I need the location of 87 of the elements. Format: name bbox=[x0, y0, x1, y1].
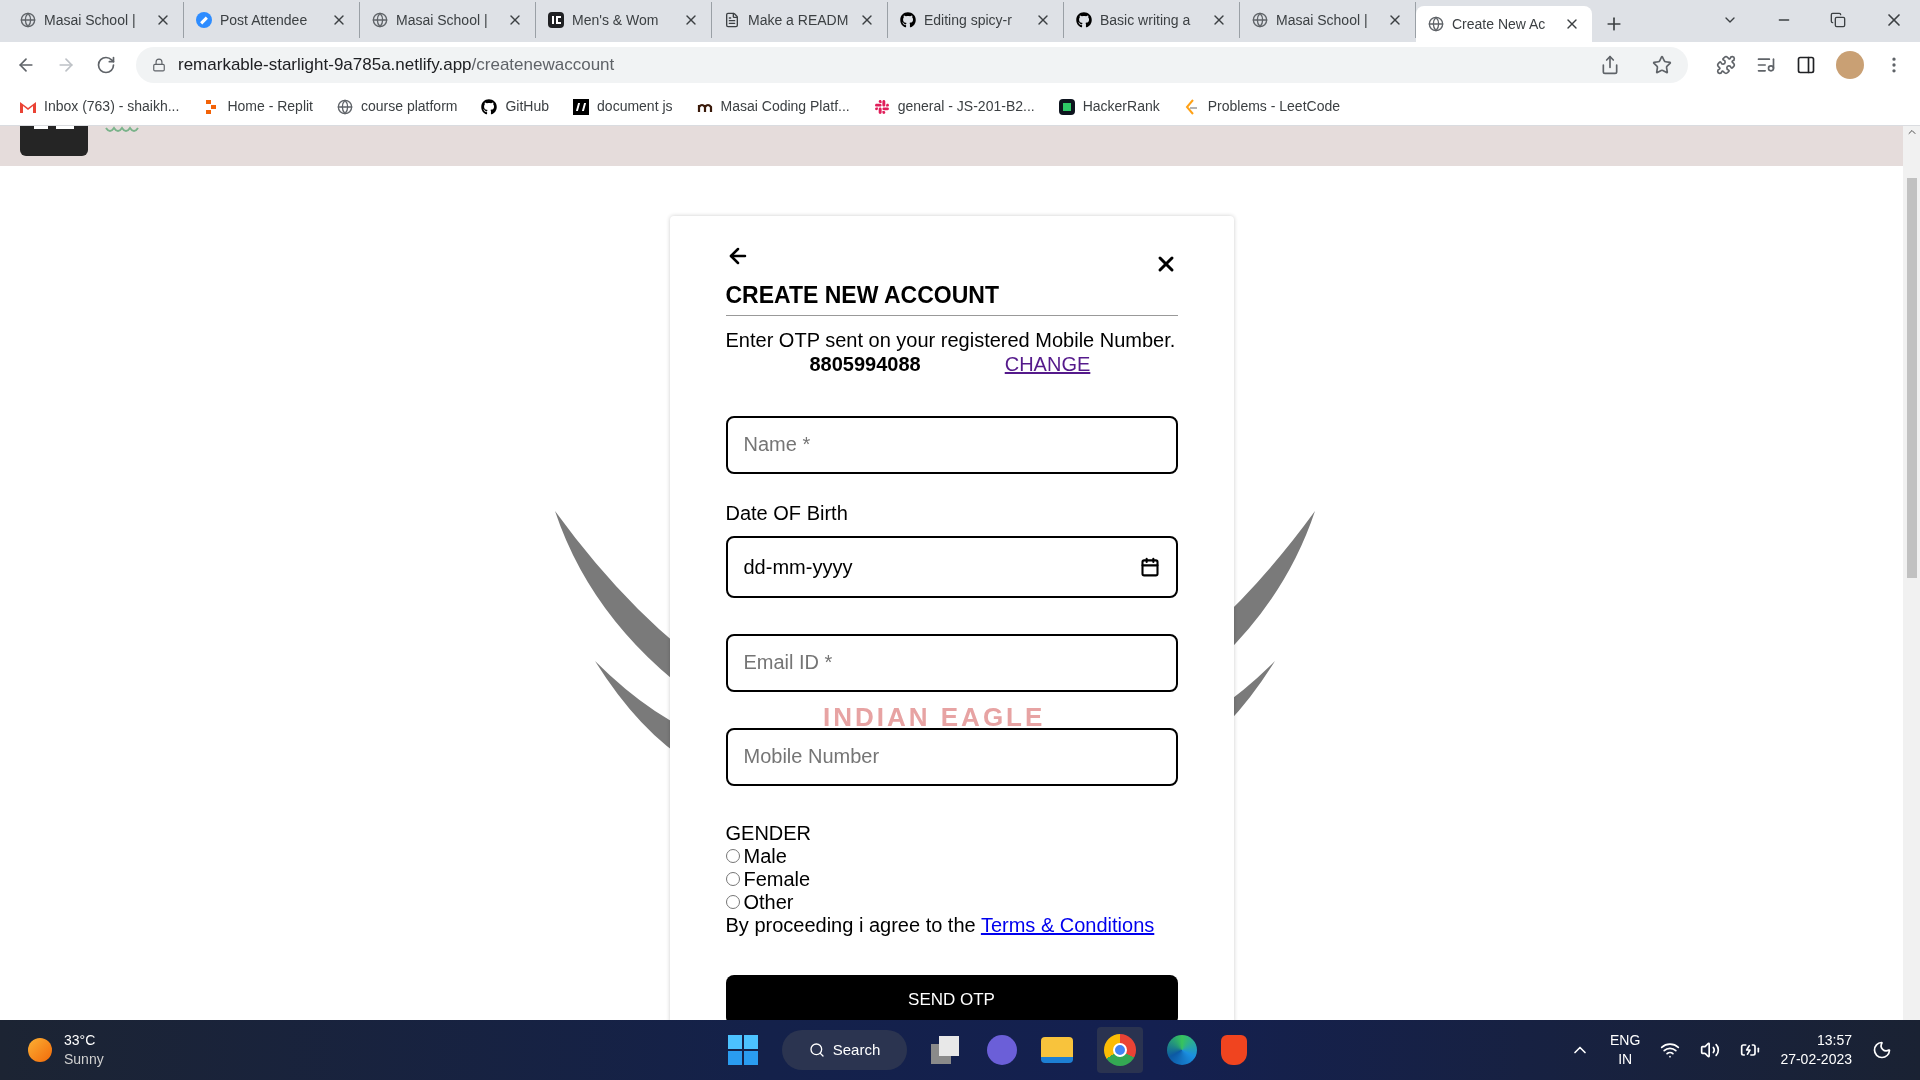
octocat-icon bbox=[481, 98, 498, 115]
weather-condition: Sunny bbox=[64, 1050, 104, 1069]
bookmark[interactable]: course platform bbox=[337, 96, 458, 117]
language-text[interactable]: IN bbox=[1618, 1050, 1633, 1069]
change-link[interactable]: CHANGE bbox=[1004, 351, 1091, 376]
field-label: Date OF Birth bbox=[725, 500, 849, 526]
url-text: remarkable-starlight-9a785a.netlify.app/createnewaccount bbox=[178, 54, 615, 77]
terms-sentence: By proceeding i agree to the Terms & Conditions bbox=[725, 913, 1156, 937]
sun-icon bbox=[28, 1038, 52, 1062]
calendar-icon[interactable] bbox=[1139, 556, 1160, 577]
edge-icon[interactable] bbox=[1167, 1035, 1197, 1065]
tab-title: Basic writing a bbox=[1100, 10, 1192, 30]
gender-option[interactable]: Female bbox=[725, 867, 1178, 891]
bookmark[interactable]: HackerRank bbox=[1058, 96, 1160, 117]
globe-icon bbox=[1428, 16, 1444, 32]
browser-tab[interactable]: Create New Ac bbox=[1416, 6, 1592, 42]
temperature: 33°C bbox=[64, 1031, 97, 1050]
moon-icon[interactable] bbox=[1872, 1040, 1892, 1060]
bookmark[interactable]: GitHub bbox=[481, 96, 550, 117]
date-placeholder: dd-mm-yyyy bbox=[743, 554, 854, 580]
tab-title: Masai School | bbox=[44, 10, 137, 30]
text-field[interactable]: Mobile Number bbox=[725, 727, 1178, 786]
start-icon[interactable] bbox=[728, 1035, 758, 1065]
bracket-icon bbox=[1183, 98, 1200, 115]
phone-number: 8805994088 bbox=[809, 351, 921, 376]
tab-title: Masai School | bbox=[396, 10, 489, 30]
browser-tab[interactable]: Post Attendee bbox=[184, 2, 360, 38]
bookmark[interactable]: general - JS-201-B2... bbox=[873, 96, 1035, 117]
envelope-m-icon bbox=[20, 100, 36, 113]
text-field[interactable]: Name * bbox=[725, 415, 1178, 474]
octocat-icon bbox=[900, 12, 916, 28]
date-field[interactable]: dd-mm-yyyy bbox=[725, 535, 1178, 598]
video-chat-icon[interactable] bbox=[987, 1035, 1017, 1065]
send-otp-button[interactable]: SEND OTP bbox=[725, 974, 1178, 1020]
globe-icon bbox=[372, 12, 388, 28]
globe-icon bbox=[20, 12, 36, 28]
restore-icon[interactable] bbox=[1830, 12, 1846, 28]
square-logo-icon bbox=[548, 12, 564, 28]
bookmark[interactable]: Problems - LeetCode bbox=[1183, 96, 1340, 117]
browser-tab[interactable]: Basic writing a bbox=[1064, 2, 1240, 38]
otp-instruction: Enter OTP sent on your registered Mobile Number. bbox=[725, 327, 1177, 352]
gender-option[interactable]: Other bbox=[725, 890, 1178, 914]
folder-icon[interactable] bbox=[1041, 1037, 1073, 1063]
h-square-icon bbox=[1058, 98, 1075, 115]
globe-icon bbox=[337, 98, 353, 115]
scroll-thumb[interactable] bbox=[1906, 178, 1917, 578]
tab-title: Make a READM bbox=[748, 10, 850, 30]
bookmark[interactable]: Inbox (763) - shaikh... bbox=[20, 96, 180, 117]
terms-link[interactable]: Terms & Conditions bbox=[980, 913, 1155, 936]
browser-tab[interactable]: Men's & Wom bbox=[536, 2, 712, 38]
form-title: CREATE NEW ACCOUNT bbox=[725, 278, 1178, 316]
taskbar-search[interactable]: Search bbox=[782, 1030, 907, 1070]
hash-icon bbox=[873, 98, 890, 115]
tab-title: Post Attendee bbox=[220, 10, 309, 30]
speaker-icon[interactable] bbox=[1700, 1040, 1721, 1060]
lock-icon bbox=[152, 58, 166, 72]
browser-tab[interactable]: Editing spicy-r bbox=[888, 2, 1064, 38]
tab-title: Editing spicy-r bbox=[924, 10, 1013, 30]
address-bar[interactable]: remarkable-starlight-9a785a.netlify.app/createnewaccount bbox=[136, 47, 1688, 83]
chrome-icon[interactable] bbox=[1097, 1027, 1143, 1073]
tab-title: Masai School | bbox=[1276, 10, 1369, 30]
gender-option[interactable]: Male bbox=[725, 844, 1178, 868]
media-list-icon[interactable] bbox=[1756, 55, 1776, 75]
tab-title: Men's & Wom bbox=[572, 10, 660, 30]
clock-time[interactable]: 13:57 bbox=[1816, 1031, 1852, 1050]
octocat-icon bbox=[1076, 12, 1092, 28]
browser-tab[interactable]: Masai School | bbox=[360, 2, 536, 38]
bookmark[interactable]: Masai Coding Platf... bbox=[696, 96, 850, 117]
search-icon bbox=[808, 1042, 825, 1058]
bookmark[interactable]: Home - Replit bbox=[203, 96, 313, 117]
language-text[interactable]: ENG bbox=[1610, 1031, 1641, 1050]
clock-date[interactable]: 27-02-2023 bbox=[1780, 1050, 1852, 1069]
gender-label: GENDER bbox=[725, 821, 813, 845]
document-icon bbox=[724, 12, 740, 28]
bookmark-star-icon[interactable] bbox=[1652, 55, 1672, 75]
browser-tab[interactable]: Masai School | bbox=[8, 2, 184, 38]
tab-title: Create New Ac bbox=[1452, 14, 1547, 34]
scrollbar[interactable] bbox=[1903, 126, 1920, 1020]
reload-icon[interactable] bbox=[96, 55, 116, 75]
extensions-icon[interactable] bbox=[1716, 55, 1736, 75]
browser-tab[interactable]: Make a READM bbox=[712, 2, 888, 38]
side-panel-icon[interactable] bbox=[1796, 55, 1816, 75]
wifi-icon[interactable] bbox=[1660, 1040, 1681, 1060]
share-icon[interactable] bbox=[1600, 55, 1620, 75]
text-field[interactable]: Email ID * bbox=[725, 633, 1178, 692]
globe-icon bbox=[1252, 12, 1268, 28]
bookmark[interactable]: document js bbox=[573, 96, 673, 117]
